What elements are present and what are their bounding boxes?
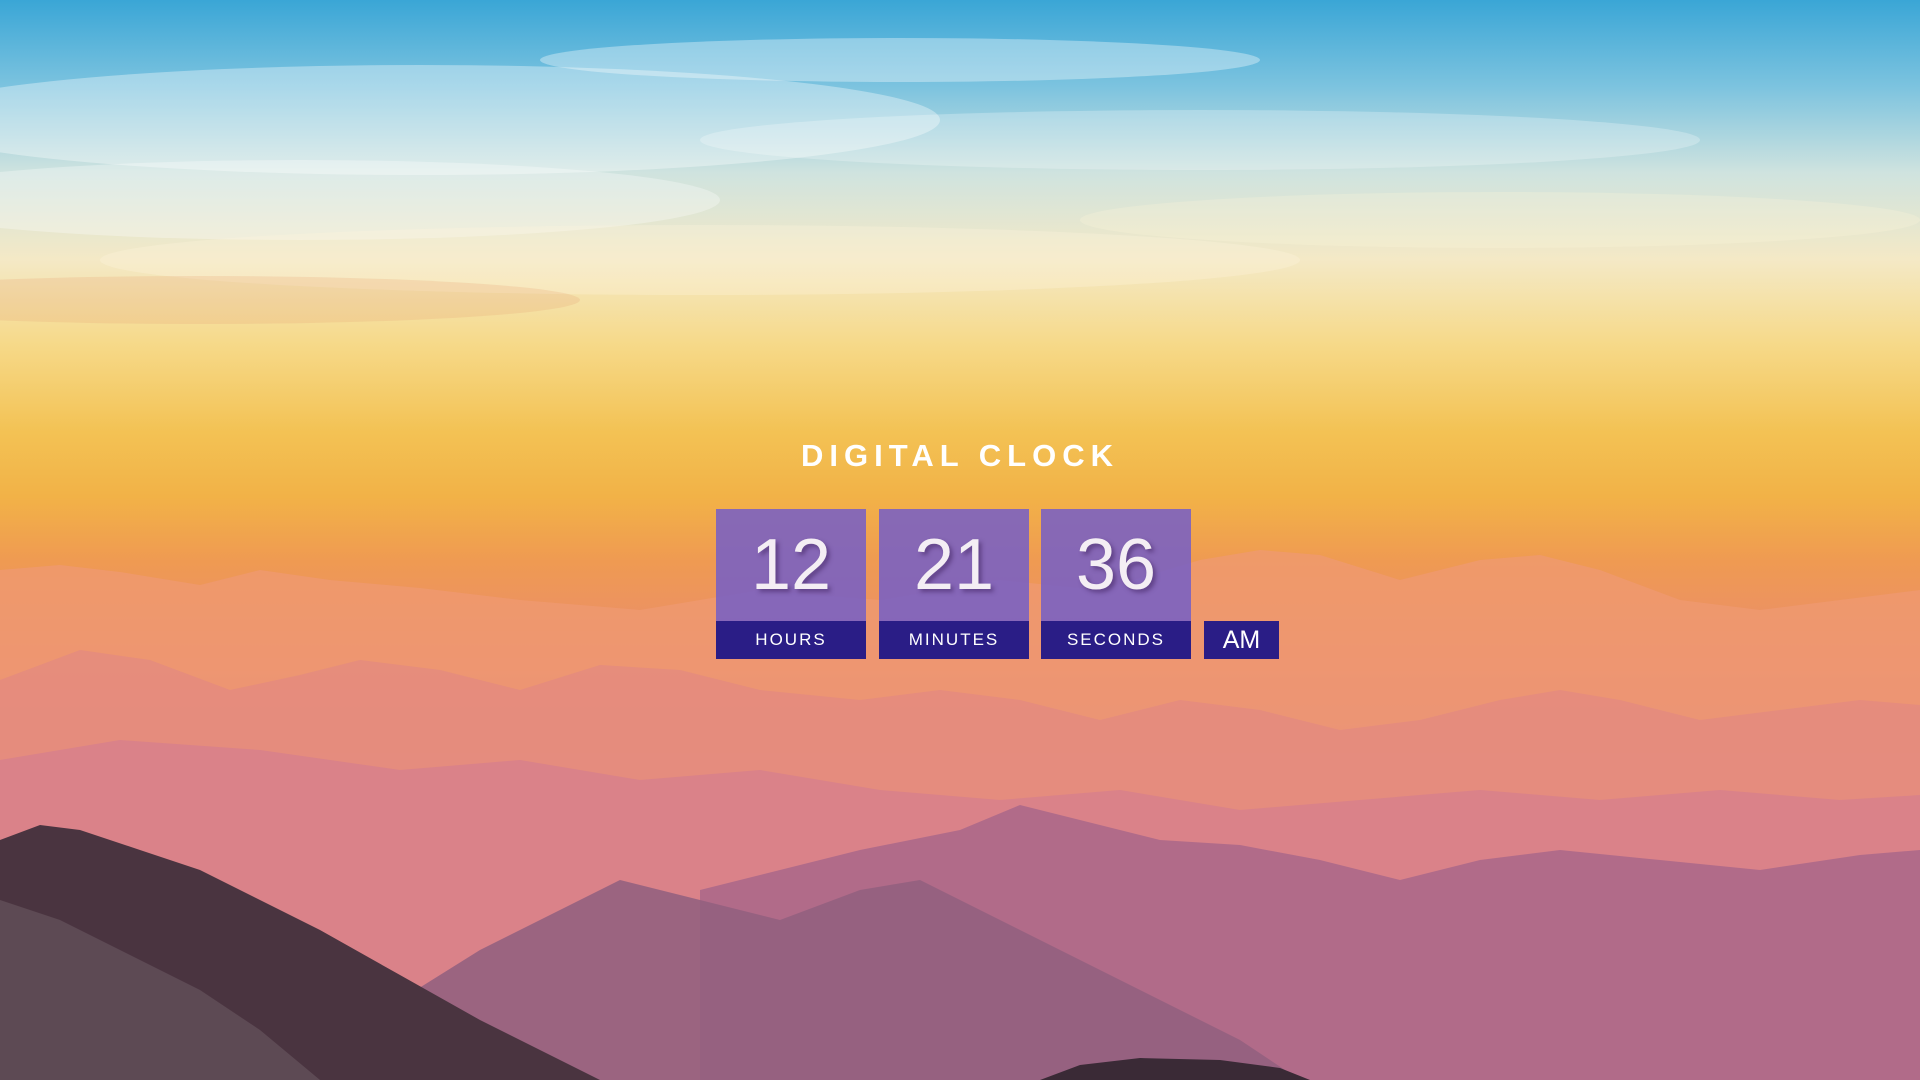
seconds-label: SECONDS [1041, 621, 1191, 659]
digital-clock-widget: DIGITAL CLOCK 12 HOURS 21 MINUTES 36 SEC… [0, 0, 1920, 1080]
seconds-value: 36 [1041, 509, 1191, 621]
minutes-unit: 21 MINUTES [879, 509, 1029, 659]
minutes-label: MINUTES [879, 621, 1029, 659]
am-pm-indicator: AM [1204, 621, 1279, 659]
hours-value: 12 [716, 509, 866, 621]
hours-unit: 12 HOURS [716, 509, 866, 659]
hours-label: HOURS [716, 621, 866, 659]
seconds-unit: 36 SECONDS [1041, 509, 1191, 659]
minutes-value: 21 [879, 509, 1029, 621]
clock-title: DIGITAL CLOCK [801, 438, 1119, 473]
